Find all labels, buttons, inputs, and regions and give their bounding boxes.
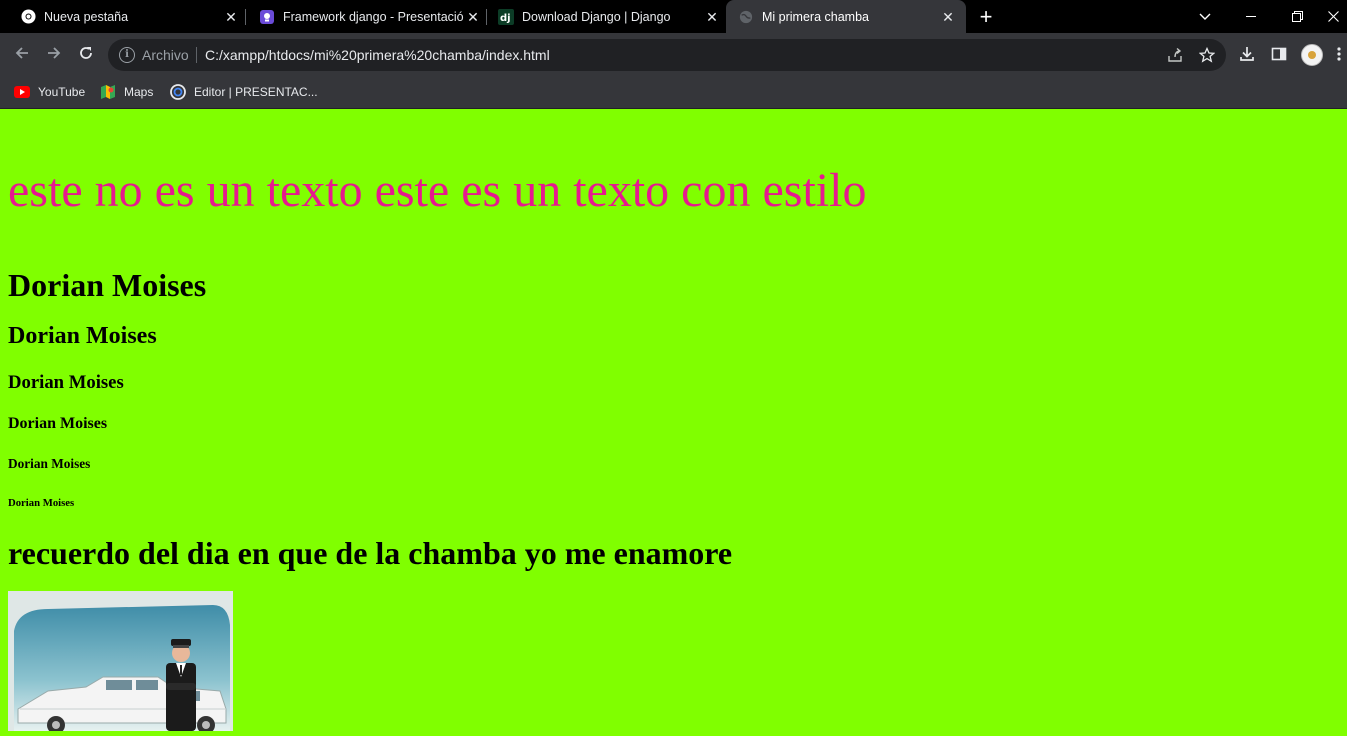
forward-arrow-icon[interactable] xyxy=(44,45,64,65)
tab-title: Nueva pestaña xyxy=(44,9,129,24)
presentation-icon xyxy=(259,9,275,25)
close-tab-icon[interactable]: ✕ xyxy=(940,9,956,25)
tab-download-django[interactable]: dj Download Django | Django ✕ xyxy=(478,0,726,33)
tab-title: Mi primera chamba xyxy=(762,9,869,24)
tab-title: Download Django | Django xyxy=(522,9,671,24)
tab-title: Framework django - Presentació xyxy=(283,9,464,24)
file-scheme-label: Archivo xyxy=(142,47,189,63)
page-content: este no es un texto este es un texto con… xyxy=(0,109,1347,734)
tab-framework-django[interactable]: Framework django - Presentació ✕ xyxy=(239,0,487,33)
chrome-icon xyxy=(20,9,36,25)
share-icon[interactable] xyxy=(1167,47,1183,63)
profile-avatar[interactable] xyxy=(1301,44,1323,66)
heading-h1: Dorian Moises xyxy=(8,267,207,303)
new-tab-button[interactable]: + xyxy=(976,6,996,28)
tab-nueva-pestana[interactable]: Nueva pestaña ✕ xyxy=(0,0,245,33)
kebab-menu-icon[interactable] xyxy=(1334,46,1344,64)
minimize-button[interactable] xyxy=(1228,0,1274,33)
site-info-icon[interactable]: i xyxy=(119,47,135,63)
bookmark-label: YouTube xyxy=(38,85,86,99)
svg-text:dj: dj xyxy=(500,13,511,24)
bookmark-label: Maps xyxy=(124,85,154,99)
heading-h2: Dorian Moises xyxy=(8,323,157,349)
back-arrow-icon[interactable] xyxy=(12,45,32,65)
restore-button[interactable] xyxy=(1274,0,1320,33)
bookmark-editor-presentacion[interactable]: Editor | PRESENTAC... xyxy=(170,82,318,102)
address-bar[interactable]: i Archivo C:/xampp/htdocs/mi%20primera%2… xyxy=(108,39,1226,71)
django-icon: dj xyxy=(498,8,514,25)
tab-search-chevron-icon[interactable] xyxy=(1182,0,1228,33)
memory-heading: recuerdo del dia en que de la chamba yo … xyxy=(8,535,733,571)
reload-icon[interactable] xyxy=(76,45,96,65)
heading-h6: Dorian Moises xyxy=(8,497,75,509)
heading-h5: Dorian Moises xyxy=(8,456,91,471)
browser-toolbar: i Archivo C:/xampp/htdocs/mi%20primera%2… xyxy=(0,33,1347,77)
heading-h3: Dorian Moises xyxy=(8,372,124,393)
tab-mi-primera-chamba[interactable]: Mi primera chamba ✕ xyxy=(726,0,966,33)
bookmarks-bar: YouTube Maps Editor | PRESENTAC... xyxy=(0,77,1347,109)
close-window-button[interactable] xyxy=(1320,0,1347,33)
download-icon[interactable] xyxy=(1238,46,1256,64)
bookmark-youtube[interactable]: YouTube xyxy=(14,82,85,102)
bookmark-label: Editor | PRESENTAC... xyxy=(194,85,318,99)
url-text[interactable]: C:/xampp/htdocs/mi%20primera%20chamba/in… xyxy=(205,47,550,63)
side-panel-icon[interactable] xyxy=(1270,46,1288,64)
youtube-icon xyxy=(14,84,30,100)
canva-icon xyxy=(170,84,186,100)
globe-icon xyxy=(738,9,754,25)
omnibox-divider xyxy=(196,47,197,63)
maps-icon xyxy=(100,84,116,100)
close-tab-icon[interactable]: ✕ xyxy=(223,9,239,25)
bookmark-maps[interactable]: Maps xyxy=(100,82,153,102)
heading-h4: Dorian Moises xyxy=(8,415,108,432)
close-tab-icon[interactable]: ✕ xyxy=(704,9,720,25)
tab-strip: Nueva pestaña ✕ Framework django - Prese… xyxy=(0,0,1347,33)
styled-text: este no es un texto este es un texto con… xyxy=(8,164,867,217)
bookmark-star-icon[interactable] xyxy=(1198,46,1216,63)
chauffeur-limousine-image xyxy=(8,591,233,734)
